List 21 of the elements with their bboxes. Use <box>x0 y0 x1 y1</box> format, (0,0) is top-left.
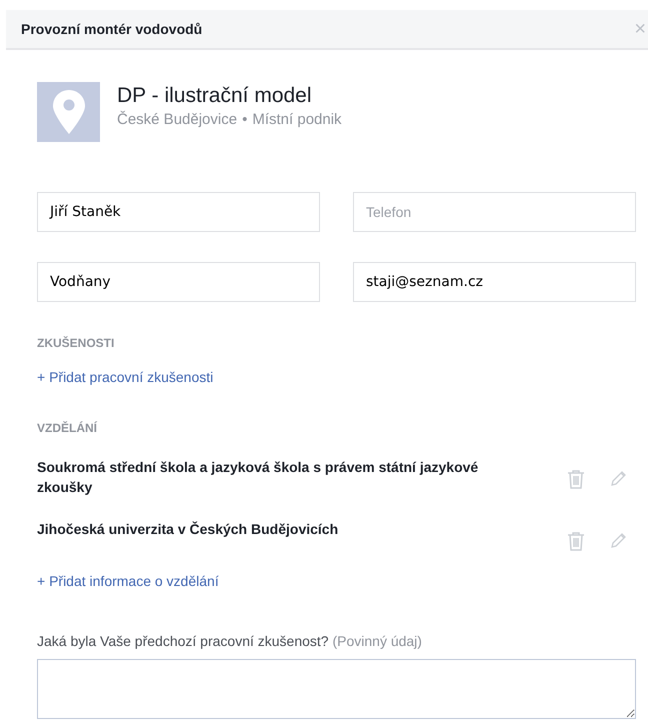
pencil-icon[interactable] <box>610 469 628 487</box>
section-heading: VZDĚLÁNÍ <box>37 421 98 435</box>
location-pin-icon <box>37 82 100 142</box>
add-education-link[interactable]: + Přidat informace o vzdělání <box>37 573 219 589</box>
school-name: Jihočeská univerzita v Českých Budějovicích <box>37 520 340 539</box>
trash-icon[interactable] <box>567 531 585 551</box>
pencil-icon[interactable] <box>610 531 628 549</box>
dialog-title: Provozní montér vodovodů <box>21 21 202 37</box>
company-type: Místní podnik <box>252 111 342 128</box>
answer-box[interactable] <box>37 659 636 719</box>
input-field[interactable]: Vodňany <box>37 262 320 302</box>
separator-dot: • <box>242 111 248 128</box>
question-label: Jaká byla Vaše předchozí pracovní zkušenost? (Povinný údaj) <box>37 633 423 649</box>
section-heading: ZKUŠENOSTI <box>37 336 116 350</box>
input-field[interactable]: Jiří Staněk <box>37 192 320 232</box>
add-experience-link[interactable]: + Přidat pracovní zkušenosti <box>37 369 214 385</box>
company-city: České Budějovice <box>117 111 238 128</box>
company-name: DP - ilustrační model <box>117 84 313 108</box>
school-name: Soukromá střední škola a jazyková škola s právem státní jazykové zkoušky <box>37 458 480 497</box>
input-field[interactable]: staji@seznam.cz <box>353 262 636 302</box>
trash-icon[interactable] <box>567 469 585 489</box>
